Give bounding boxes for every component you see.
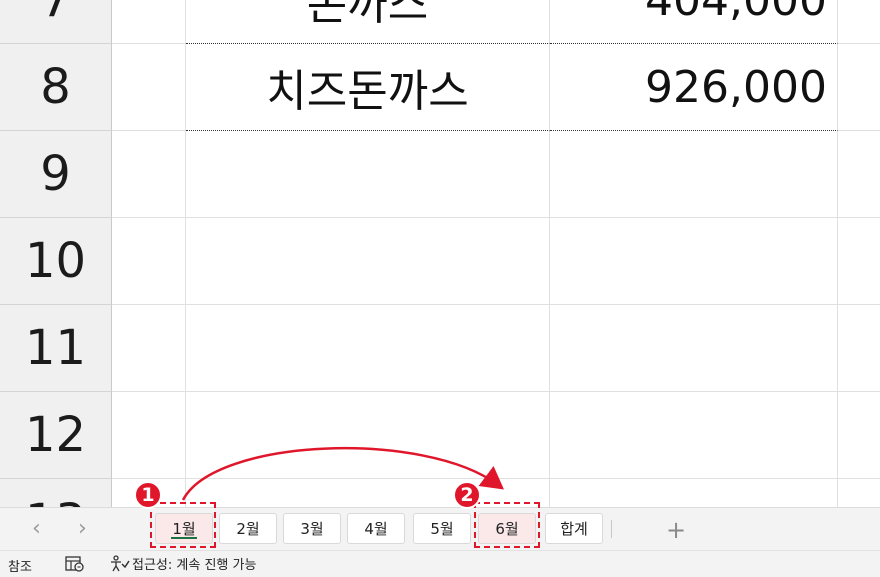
prev-sheet-arrow-icon[interactable]: ‹ xyxy=(32,516,41,541)
cell-item[interactable] xyxy=(186,131,550,218)
cell[interactable] xyxy=(838,44,880,131)
sheet-tab-5[interactable]: 5월 xyxy=(413,513,471,544)
sheet-row: 9 xyxy=(0,131,880,218)
cell[interactable] xyxy=(838,392,880,479)
cell[interactable] xyxy=(838,131,880,218)
cell[interactable] xyxy=(838,0,880,44)
cell-amount[interactable] xyxy=(550,131,838,218)
sheet-row: 10 xyxy=(0,218,880,305)
worksheet-grid: 7 돈까스 404,000 8 치즈돈까스 926,000 9 10 11 12 xyxy=(0,0,880,507)
cell-amount[interactable] xyxy=(550,392,838,479)
status-bar: 참조 접근성: 계속 진행 가능 xyxy=(0,550,880,577)
sheet-row: 8 치즈돈까스 926,000 xyxy=(0,44,880,131)
highlight-box-tab-6 xyxy=(474,502,540,548)
sheet-tab-bar: ‹ › 1월 2월 3월 4월 5월 6월 합계 + xyxy=(0,502,880,550)
sheet-tab-label: 4월 xyxy=(364,520,388,538)
status-mode: 참조 xyxy=(8,560,32,575)
sheet-tab-label: 2월 xyxy=(236,520,260,538)
tab-divider xyxy=(611,520,612,538)
cell[interactable] xyxy=(112,44,186,131)
highlight-box-tab-1 xyxy=(150,502,216,548)
workbook-stats-icon[interactable] xyxy=(65,555,85,573)
sheet-tab-2[interactable]: 2월 xyxy=(219,513,277,544)
row-header[interactable]: 12 xyxy=(0,392,112,479)
cell-amount[interactable]: 926,000 xyxy=(550,44,838,131)
sheet-row: 11 xyxy=(0,305,880,392)
sheet-tab-label: 3월 xyxy=(300,520,324,538)
cell-item[interactable] xyxy=(186,305,550,392)
row-header[interactable]: 10 xyxy=(0,218,112,305)
step-badge-2: 2 xyxy=(453,481,481,509)
cell[interactable] xyxy=(112,0,186,44)
cell[interactable] xyxy=(838,305,880,392)
sheet-row: 13 xyxy=(0,479,880,507)
cell[interactable] xyxy=(112,131,186,218)
cell-amount[interactable]: 404,000 xyxy=(550,0,838,44)
cell-amount[interactable] xyxy=(550,218,838,305)
accessibility-status[interactable]: 접근성: 계속 진행 가능 xyxy=(110,554,256,573)
cell-item[interactable]: 돈까스 xyxy=(186,0,550,44)
cell[interactable] xyxy=(112,305,186,392)
add-sheet-plus-icon[interactable]: + xyxy=(666,516,686,544)
accessibility-icon xyxy=(111,554,130,571)
step-badge-1: 1 xyxy=(134,481,162,509)
row-header[interactable]: 13 xyxy=(0,479,112,507)
sheet-tab-total[interactable]: 합계 xyxy=(545,513,603,544)
cell-item[interactable]: 치즈돈까스 xyxy=(186,44,550,131)
cell-item[interactable] xyxy=(186,218,550,305)
cell-item[interactable] xyxy=(186,392,550,479)
sheet-tab-label: 5월 xyxy=(430,520,454,538)
next-sheet-arrow-icon[interactable]: › xyxy=(78,516,87,541)
row-header[interactable]: 8 xyxy=(0,44,112,131)
cell[interactable] xyxy=(112,392,186,479)
cell[interactable] xyxy=(838,479,880,507)
row-header[interactable]: 11 xyxy=(0,305,112,392)
row-header[interactable]: 9 xyxy=(0,131,112,218)
sheet-row: 12 xyxy=(0,392,880,479)
cell-amount[interactable] xyxy=(550,305,838,392)
cell[interactable] xyxy=(112,218,186,305)
sheet-tab-4[interactable]: 4월 xyxy=(347,513,405,544)
sheet-row: 7 돈까스 404,000 xyxy=(0,0,880,44)
sheet-tab-3[interactable]: 3월 xyxy=(283,513,341,544)
sheet-tab-label: 합계 xyxy=(560,520,588,538)
accessibility-label: 접근성: 계속 진행 가능 xyxy=(132,558,257,573)
row-header[interactable]: 7 xyxy=(0,0,112,44)
cell-amount[interactable] xyxy=(550,479,838,507)
cell[interactable] xyxy=(838,218,880,305)
